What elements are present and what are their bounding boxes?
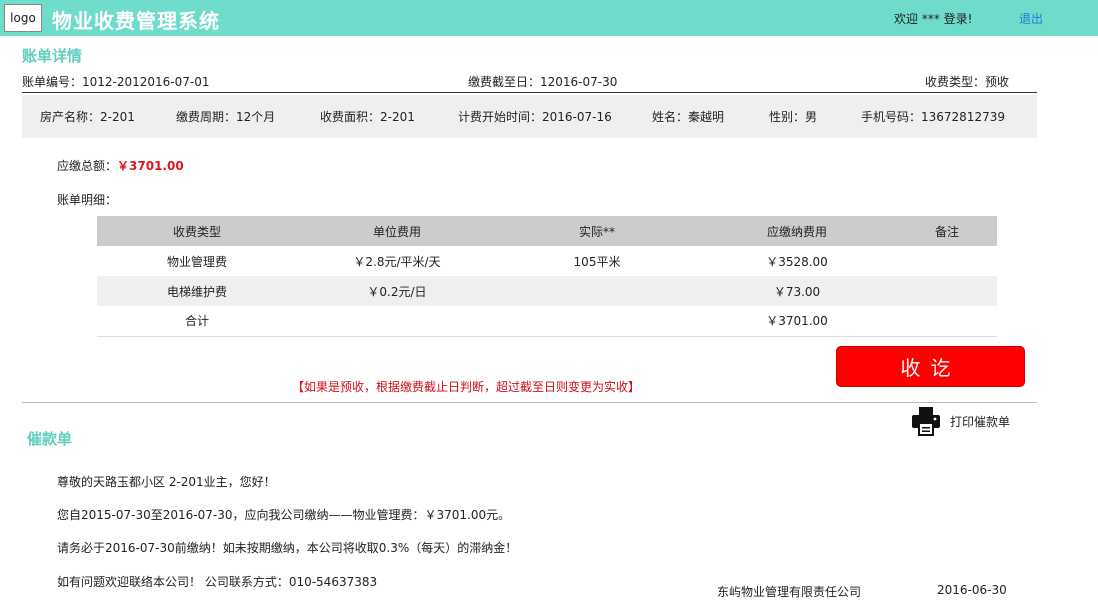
payment-period: 缴费周期：12个月 — [176, 110, 276, 124]
print-reminder-label: 打印催款单 — [950, 414, 1011, 429]
printer-icon — [912, 407, 940, 436]
total-amount-label: 应缴总额： — [57, 159, 118, 173]
table-cell: ￥2.8元/平米/天 — [353, 254, 441, 269]
total-amount-row: 应缴总额：￥3701.00 — [57, 157, 184, 174]
table-row: 物业管理费 ￥2.8元/平米/天 105平米 ￥3528.00 — [97, 246, 997, 276]
col-header: 应缴纳费用 — [697, 216, 897, 246]
total-amount-value: ￥3701.00 — [117, 159, 184, 173]
col-header: 收费类型 — [97, 216, 297, 246]
bill-detail-label: 账单明细： — [57, 193, 118, 207]
table-cell — [897, 306, 997, 337]
logo: logo — [4, 4, 42, 32]
owner-gender: 性别：男 — [769, 110, 818, 124]
bill-section-title: 账单详情 — [22, 47, 83, 65]
sum-label: 合计 — [97, 306, 297, 337]
table-cell: ￥3528.00 — [766, 254, 828, 269]
table-cell: 105平米 — [573, 254, 621, 269]
table-cell — [897, 246, 997, 276]
bill-detail-table: 收费类型 单位费用 实际** 应缴纳费用 备注 物业管理费 ￥2.8元/平米/天… — [97, 216, 997, 337]
owner-phone: 手机号码：13672812739 — [861, 110, 1005, 124]
prepay-note: 【如果是预收，根据缴费截止日判断，超过截至日则变更为实收】 — [292, 380, 641, 394]
company-name: 东屿物业管理有限责任公司 — [717, 585, 862, 599]
app-title: 物业收费管理系统 — [52, 9, 220, 33]
col-header: 实际** — [497, 216, 697, 246]
bill-charge-type: 收费类型：预收 — [925, 75, 1010, 89]
table-sum-row: 合计 ￥3701.00 — [97, 306, 997, 337]
reminder-date: 2016-06-30 — [937, 583, 1007, 597]
table-cell — [897, 276, 997, 306]
table-cell — [497, 306, 697, 337]
section-divider — [22, 402, 1037, 403]
table-cell — [497, 276, 697, 306]
billing-start: 计费开始时间：2016-07-16 — [458, 110, 612, 124]
welcome-text: 欢迎 *** 登录! — [894, 12, 973, 26]
collect-button[interactable]: 收讫 — [836, 346, 1025, 387]
bill-number: 账单编号：1012-2012016-07-01 — [22, 75, 210, 89]
bill-due-date: 缴费截至日：12016-07-30 — [468, 75, 618, 89]
table-cell: 物业管理费 — [166, 254, 227, 269]
print-reminder-button[interactable]: 打印催款单 — [910, 405, 1010, 437]
top-bar: logo 物业收费管理系统 欢迎 *** 登录! 退出 — [0, 0, 1098, 36]
reminder-deadline: 请务必于2016-07-30前缴纳！如未按期缴纳，本公司将收取0.3%（每天）的… — [57, 541, 518, 555]
charge-area: 收费面积：2-201 — [320, 110, 415, 124]
table-cell: ￥0.2元/日 — [297, 276, 497, 306]
reminder-section-title: 催款单 — [27, 430, 73, 448]
col-header: 备注 — [897, 216, 997, 246]
reminder-contact: 如有问题欢迎联络本公司！ 公司联系方式：010-54637383 — [57, 575, 378, 589]
table-header-row: 收费类型 单位费用 实际** 应缴纳费用 备注 — [97, 216, 997, 246]
property-name: 房产名称：2-201 — [40, 110, 135, 124]
reminder-amount: 您自2015-07-30至2016-07-30，应向我公司缴纳——物业管理费：￥… — [57, 508, 511, 522]
divider — [22, 92, 1037, 93]
col-header: 单位费用 — [297, 216, 497, 246]
owner-name: 姓名：秦越明 — [652, 110, 725, 124]
table-cell — [297, 306, 497, 337]
reminder-greeting: 尊敬的天路玉都小区 2-201业主，您好！ — [57, 475, 276, 489]
sum-value: ￥3701.00 — [697, 306, 897, 337]
logout-link[interactable]: 退出 — [1019, 10, 1043, 27]
table-row: 电梯维护费 ￥0.2元/日 ￥73.00 — [97, 276, 997, 306]
table-cell: 电梯维护费 — [97, 276, 297, 306]
table-cell: ￥73.00 — [697, 276, 897, 306]
